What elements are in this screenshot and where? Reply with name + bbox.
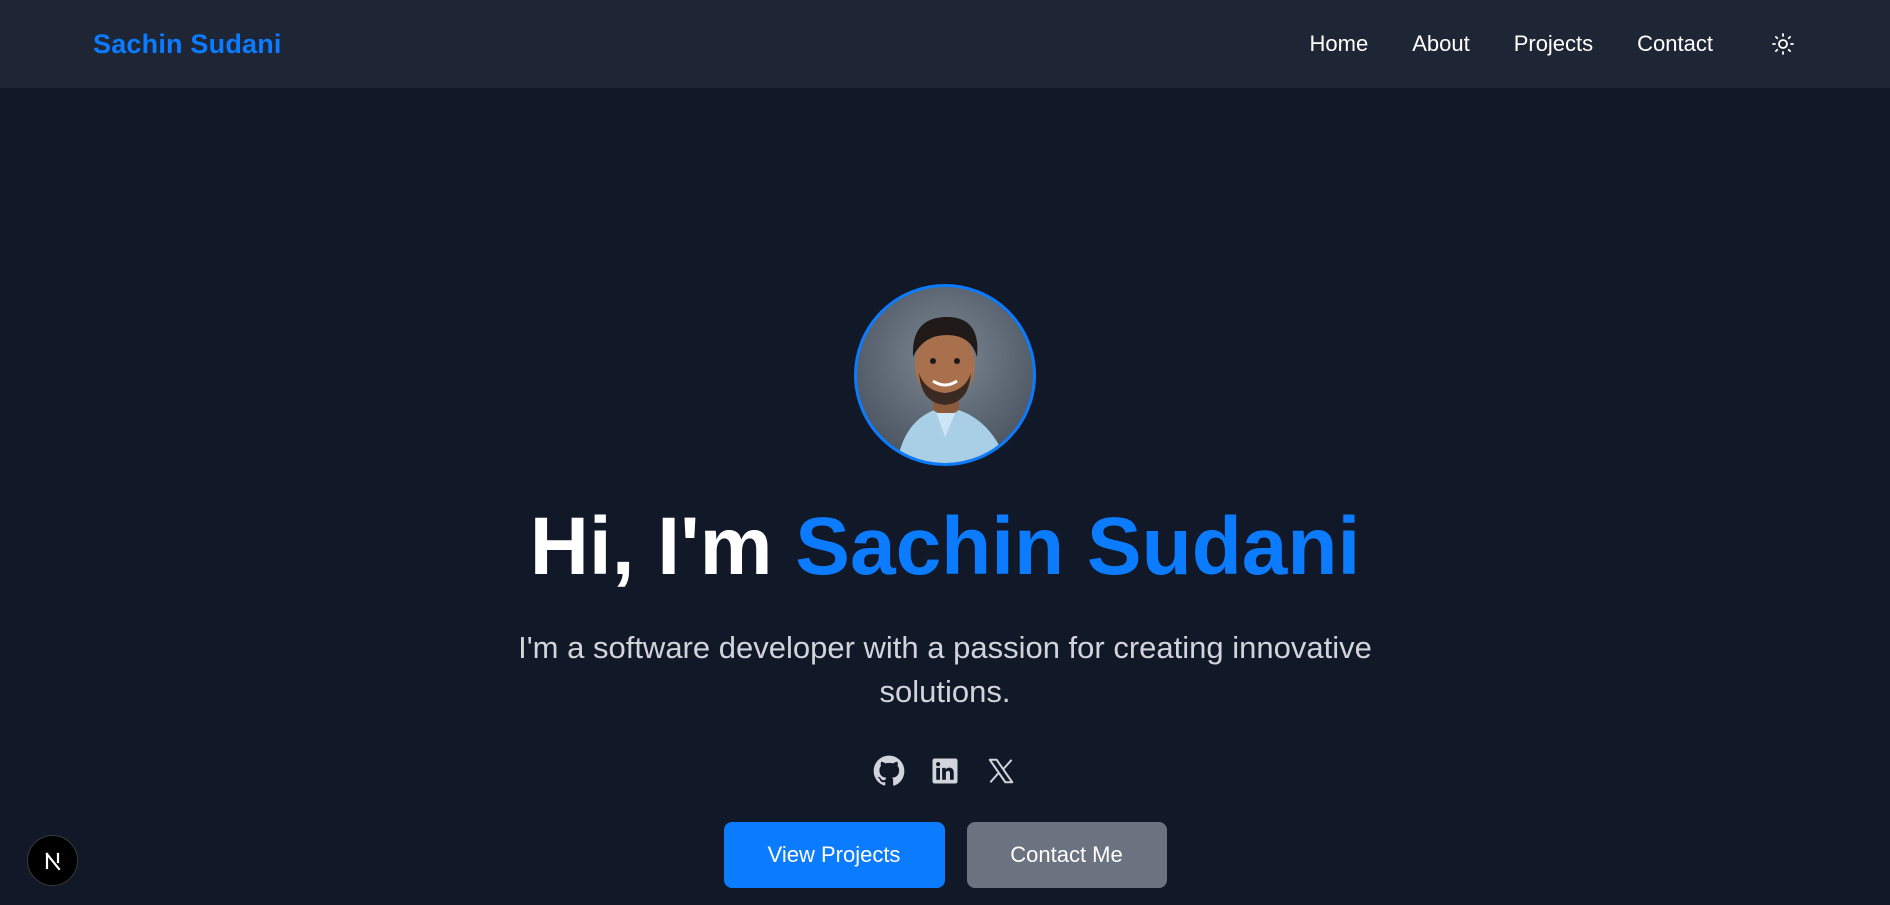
profile-photo [897,317,1007,463]
github-icon [873,755,905,786]
x-icon [988,758,1014,784]
navbar: Sachin Sudani Home About Projects Contac… [0,0,1890,88]
github-link[interactable] [872,754,906,788]
nav-link-contact[interactable]: Contact [1637,31,1713,57]
hero-name: Sachin Sudani [795,501,1361,592]
contact-me-button[interactable]: Contact Me [966,822,1167,888]
hero-greeting: Hi, I'm [529,501,796,592]
nav-link-projects[interactable]: Projects [1514,31,1593,57]
hero-actions: View Projects Contact Me [723,822,1167,888]
social-links [872,754,1018,788]
nav-link-home[interactable]: Home [1310,31,1369,57]
linkedin-link[interactable] [928,754,962,788]
nextjs-dev-badge[interactable] [27,835,78,886]
linkedin-icon [932,758,958,784]
nextjs-icon [44,851,61,871]
hero-section: Hi, I'm Sachin Sudani I'm a software dev… [0,88,1890,905]
view-projects-button[interactable]: View Projects [723,822,945,888]
theme-toggle-button[interactable] [1769,30,1797,58]
nav-link-about[interactable]: About [1412,31,1470,57]
x-link[interactable] [984,754,1018,788]
profile-avatar [854,284,1036,466]
hero-tagline: I'm a software developer with a passion … [518,630,1372,709]
brand-logo[interactable]: Sachin Sudani [93,29,282,60]
nav-menu: Home About Projects Contact [1266,30,1798,58]
hero-heading: Hi, I'm Sachin Sudani [530,506,1361,588]
sun-icon [1772,33,1794,55]
